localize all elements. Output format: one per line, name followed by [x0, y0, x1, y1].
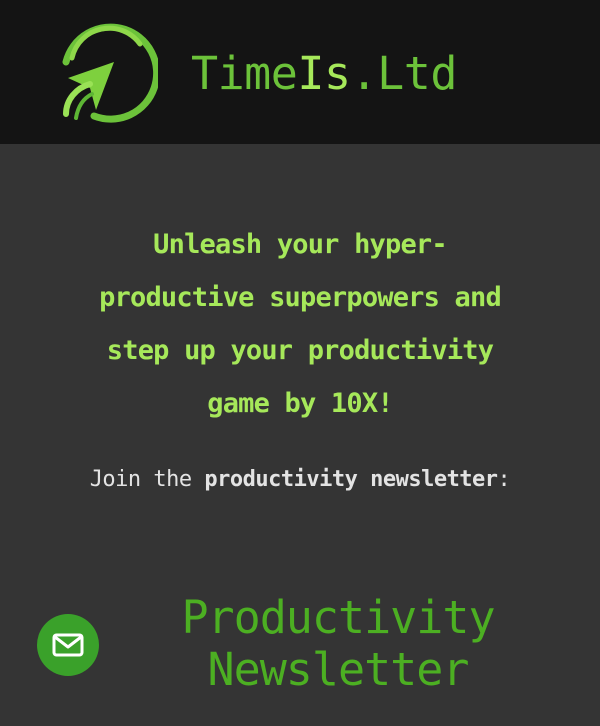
headline-line: step up your productivity — [106, 335, 494, 366]
hero-headline: Unleash your hyper- productive superpowe… — [40, 218, 560, 430]
headline-line: productive superpowers and — [99, 282, 502, 313]
newsletter-mail-button[interactable] — [37, 614, 99, 676]
join-newsletter-text: Join the productivity newsletter: — [0, 462, 600, 498]
brand-name-part1: Time — [191, 47, 298, 100]
headline-line: Unleash your hyper- — [153, 229, 447, 260]
envelope-icon — [52, 633, 84, 657]
join-suffix: : — [497, 467, 511, 492]
hero-section: Unleash your hyper- productive superpowe… — [0, 144, 600, 726]
newsletter-title-line: Newsletter — [207, 643, 470, 696]
headline-line: game by 10X! — [207, 388, 393, 419]
brand-name-part3: .Ltd — [350, 47, 458, 100]
join-bold: productivity newsletter — [204, 467, 498, 492]
site-header: TimeIs.Ltd — [0, 0, 600, 144]
brand-name-part2: Is — [297, 47, 351, 100]
newsletter-title: Productivity Newsletter — [138, 592, 538, 696]
brand-logo-icon[interactable] — [52, 14, 161, 130]
brand-name[interactable]: TimeIs.Ltd — [191, 44, 457, 104]
join-prefix: Join the — [89, 467, 205, 492]
newsletter-title-line: Productivity — [181, 591, 495, 644]
